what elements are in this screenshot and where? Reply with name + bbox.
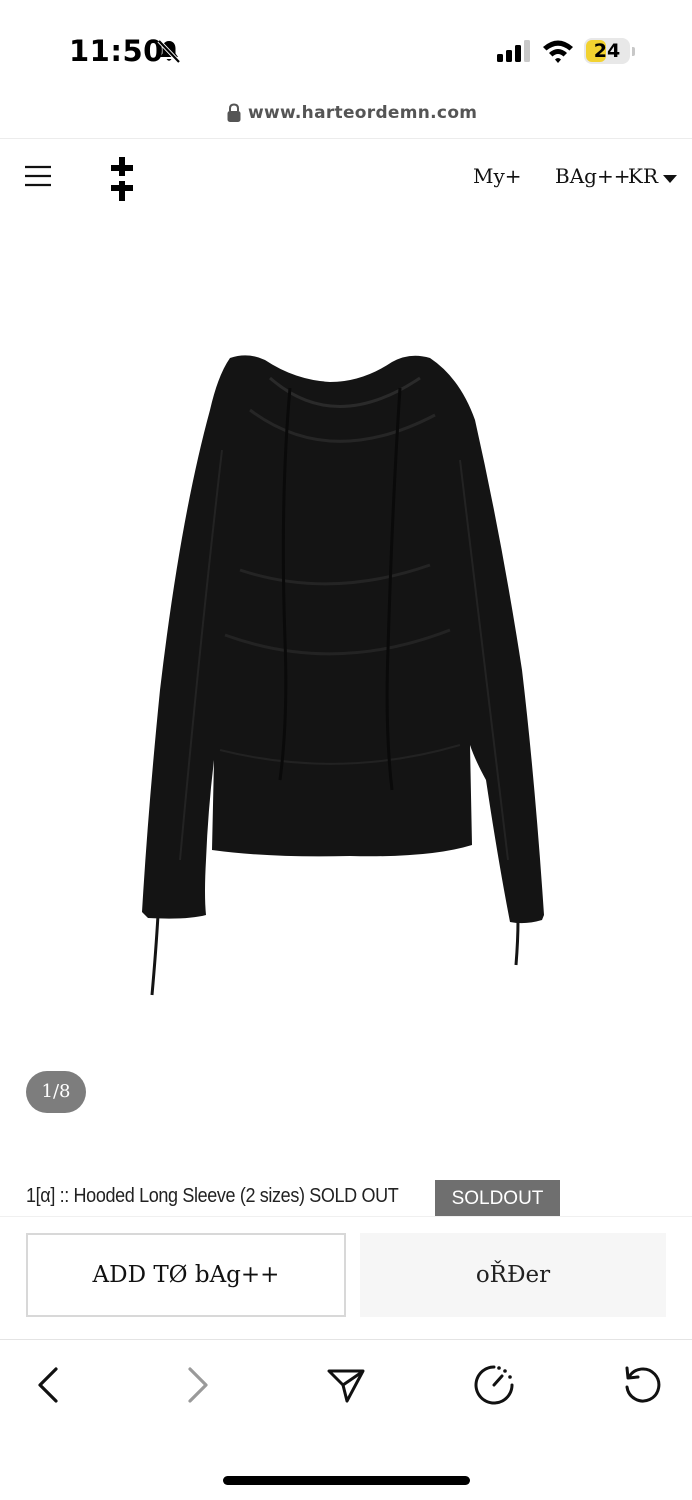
status-bar: 11:50 24 <box>0 0 692 95</box>
speedometer-icon[interactable] <box>472 1363 516 1407</box>
order-button[interactable]: oŘĐer <box>360 1233 666 1317</box>
caret-down-icon[interactable] <box>663 175 677 183</box>
nav-language-select[interactable]: KR <box>628 164 658 188</box>
site-header: My+ BAg++ KR <box>0 140 692 220</box>
battery-level: 24 <box>593 40 621 62</box>
status-time: 11:50 <box>69 34 164 68</box>
home-indicator[interactable] <box>223 1476 470 1485</box>
bell-slash-icon <box>157 39 181 64</box>
battery-icon: 24 <box>584 38 636 64</box>
action-bar: ADD TØ bAg++ oŘĐer <box>0 1216 692 1340</box>
url-bar[interactable]: www.harteordemn.com <box>0 95 692 139</box>
back-icon[interactable] <box>26 1363 70 1407</box>
wifi-icon <box>543 40 573 63</box>
share-icon[interactable] <box>324 1363 368 1407</box>
battery-nub <box>632 47 635 56</box>
add-to-bag-button[interactable]: ADD TØ bAg++ <box>26 1233 346 1317</box>
nav-bag[interactable]: BAg++ <box>555 164 630 188</box>
forward-icon[interactable] <box>176 1363 220 1407</box>
hooded-long-sleeve-image[interactable] <box>130 340 560 1000</box>
cellular-signal-icon <box>497 40 530 62</box>
hamburger-menu-icon[interactable] <box>24 164 52 188</box>
browser-toolbar <box>0 1341 692 1500</box>
brand-logo-icon[interactable] <box>108 156 136 202</box>
nav-my-account[interactable]: My+ <box>473 164 522 188</box>
reload-icon[interactable] <box>620 1363 664 1407</box>
image-page-indicator: 1/8 <box>26 1071 86 1113</box>
product-title: 1[α] :: Hooded Long Sleeve (2 sizes) SOL… <box>26 1185 399 1207</box>
soldout-badge: SOLDOUT <box>435 1180 560 1216</box>
lock-icon <box>227 103 241 122</box>
url-text[interactable]: www.harteordemn.com <box>248 103 477 123</box>
